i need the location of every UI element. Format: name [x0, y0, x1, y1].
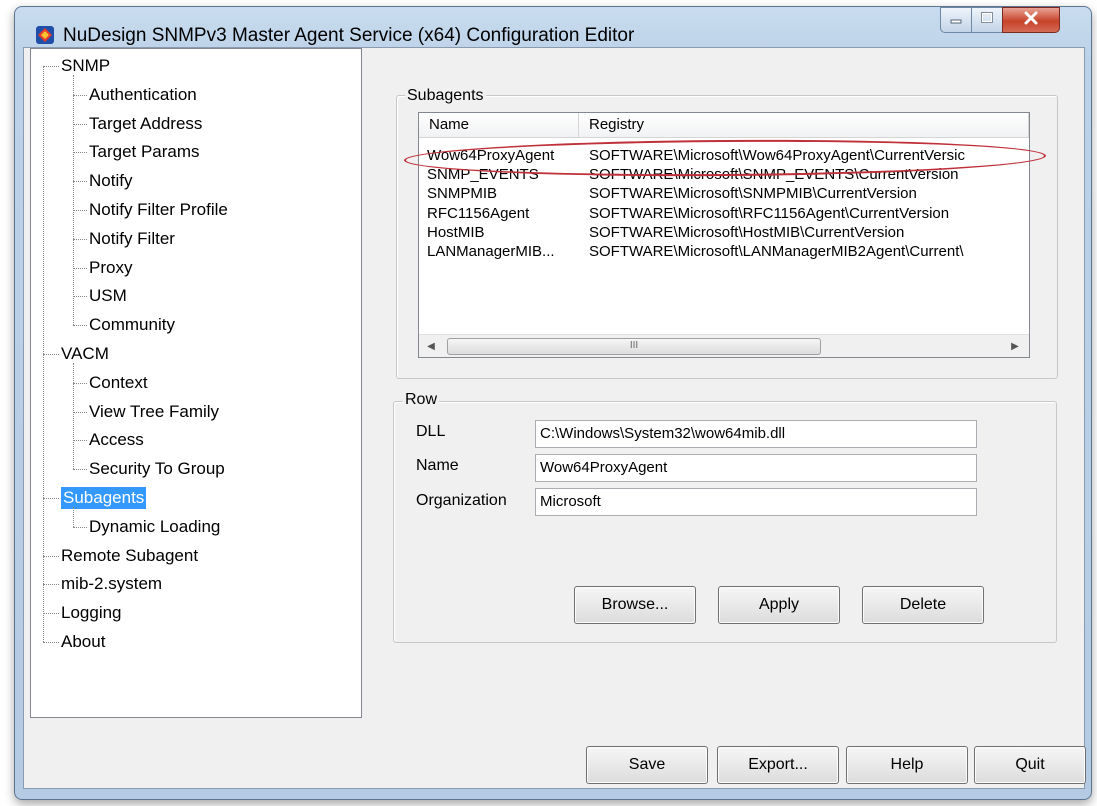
tree-connector — [43, 584, 59, 586]
quit-button[interactable]: Quit — [974, 746, 1086, 784]
tree-item-authentication[interactable]: Authentication — [89, 84, 197, 106]
list-item[interactable]: RFC1156Agent SOFTWARE\Microsoft\RFC1156Ag… — [419, 205, 1029, 223]
tree-item-mib-2-system[interactable]: mib-2.system — [61, 573, 162, 595]
apply-button[interactable]: Apply — [718, 586, 840, 624]
tree-item-notify[interactable]: Notify — [89, 170, 132, 192]
tree-item-snmp[interactable]: SNMP — [61, 55, 110, 77]
tree-connector — [73, 469, 87, 471]
column-header-registry[interactable]: Registry — [579, 113, 1029, 137]
tree-connector — [73, 152, 87, 154]
close-button[interactable] — [1002, 7, 1060, 33]
scroll-right-arrow-icon[interactable]: ▶ — [1005, 335, 1025, 357]
minimize-button[interactable] — [940, 7, 972, 33]
column-header-name[interactable]: Name — [419, 113, 579, 137]
tree-item-remote-subagent[interactable]: Remote Subagent — [61, 545, 198, 567]
tree-item-dynamic-loading[interactable]: Dynamic Loading — [89, 516, 220, 538]
tree-item-access[interactable]: Access — [89, 429, 144, 451]
tree-connector — [73, 411, 87, 413]
subagent-registry-cell: SOFTWARE\Microsoft\LANManagerMIB2Agent\C… — [589, 243, 964, 260]
tree-connector — [73, 267, 87, 269]
tree-item-about[interactable]: About — [61, 631, 105, 653]
tree-item-target-params[interactable]: Target Params — [89, 141, 200, 163]
tree-item-subagents[interactable]: Subagents — [61, 487, 147, 509]
browse-button[interactable]: Browse... — [574, 586, 696, 624]
tree-item-view-tree-family[interactable]: View Tree Family — [89, 401, 219, 423]
tree-connector — [43, 613, 59, 615]
subagents-list[interactable]: Name Registry Wow64ProxyAgent SOFTWARE\Mi… — [418, 112, 1030, 358]
name-label: Name — [416, 457, 459, 474]
subagent-name-cell: LANManagerMIB... — [427, 243, 555, 260]
tree-connector — [73, 507, 74, 527]
name-field[interactable]: Wow64ProxyAgent — [535, 454, 977, 482]
subagent-registry-cell: SOFTWARE\Microsoft\SNMP_EVENTS\CurrentVe… — [589, 166, 959, 184]
tree-connector — [73, 296, 87, 298]
dll-field[interactable]: C:\Windows\System32\wow64mib.dll — [535, 420, 977, 448]
list-item[interactable]: SNMP_EVENTS SOFTWARE\Microsoft\SNMP_EVENT… — [419, 166, 1029, 184]
horizontal-scrollbar[interactable]: ◀ III ▶ — [419, 334, 1029, 357]
list-item[interactable]: Wow64ProxyAgent SOFTWARE\Microsoft\Wow64P… — [419, 147, 1029, 165]
tree-item-security-to-group[interactable]: Security To Group — [89, 458, 225, 480]
close-icon — [1023, 11, 1039, 30]
organization-label: Organization — [416, 492, 507, 509]
subagent-registry-cell: SOFTWARE\Microsoft\HostMIB\CurrentVersio… — [589, 223, 905, 241]
save-button[interactable]: Save — [586, 746, 708, 784]
tree-item-notify-filter[interactable]: Notify Filter — [89, 228, 175, 250]
tree-item-notify-filter-profile[interactable]: Notify Filter Profile — [89, 199, 228, 221]
tree-connector — [73, 238, 87, 240]
tree-item-community[interactable]: Community — [89, 314, 175, 336]
tree-connector — [73, 210, 87, 211]
tree-connector — [43, 498, 59, 499]
window-title: NuDesign SNMPv3 Master Agent Service (x6… — [63, 25, 635, 46]
delete-button[interactable]: Delete — [862, 586, 984, 624]
tree-connector — [73, 526, 87, 528]
tree-connector — [43, 66, 44, 642]
list-header: Name Registry — [419, 113, 1029, 138]
minimize-icon — [950, 11, 962, 29]
tree-item-target-address[interactable]: Target Address — [89, 113, 202, 135]
tree-item-proxy[interactable]: Proxy — [89, 257, 132, 279]
list-item[interactable]: SNMPMIB SOFTWARE\Microsoft\SNMPMIB\Curren… — [419, 185, 1029, 203]
tree-connector — [43, 642, 59, 643]
subagent-registry-cell: SOFTWARE\Microsoft\RFC1156Agent\CurrentV… — [589, 204, 950, 222]
row-group-label: Row — [403, 391, 440, 409]
tree-connector — [73, 440, 87, 442]
tree-connector — [73, 94, 87, 96]
scroll-thumb[interactable]: III — [447, 338, 821, 355]
tree-connector — [73, 123, 87, 125]
tree-connector — [73, 325, 87, 327]
tree-connector — [43, 555, 59, 557]
export-button[interactable]: Export... — [717, 746, 839, 784]
subagent-name-cell: SNMP_EVENTS — [427, 166, 539, 184]
tree-item-context[interactable]: Context — [89, 372, 148, 394]
tree-connector — [73, 363, 74, 470]
app-icon — [35, 25, 55, 45]
tree-item-vacm[interactable]: VACM — [61, 343, 109, 365]
subagent-name-cell: SNMPMIB — [427, 185, 498, 203]
list-item[interactable]: LANManagerMIB... SOFTWARE\Microsoft\LANMa… — [419, 243, 1029, 261]
subagents-group-label: Subagents — [405, 87, 486, 105]
subagent-registry-cell: SOFTWARE\Microsoft\Wow64ProxyAgent\Curre… — [589, 147, 965, 164]
tree-connector — [43, 354, 59, 355]
organization-field[interactable]: Microsoft — [535, 488, 977, 516]
tree-item-usm[interactable]: USM — [89, 285, 127, 307]
tree-connector — [73, 181, 87, 183]
help-button[interactable]: Help — [846, 746, 968, 784]
tree-connector — [73, 75, 74, 326]
subagent-name-cell: HostMIB — [427, 223, 485, 241]
tree-connector — [43, 66, 59, 67]
navigation-tree[interactable]: SNMP Authentication Target Address Target P… — [30, 48, 362, 718]
subagent-name-cell: RFC1156Agent — [427, 204, 530, 222]
list-item[interactable]: HostMIB SOFTWARE\Microsoft\HostMIB\Curren… — [419, 224, 1029, 242]
tree-item-logging[interactable]: Logging — [61, 602, 122, 624]
tree-connector — [73, 382, 87, 384]
scroll-left-arrow-icon[interactable]: ◀ — [421, 335, 441, 357]
subagent-registry-cell: SOFTWARE\Microsoft\SNMPMIB\CurrentVersio… — [589, 185, 917, 203]
dll-label: DLL — [416, 423, 446, 440]
maximize-button[interactable] — [971, 7, 1003, 33]
subagent-name-cell: Wow64ProxyAgent — [427, 147, 555, 164]
maximize-icon — [981, 11, 993, 29]
